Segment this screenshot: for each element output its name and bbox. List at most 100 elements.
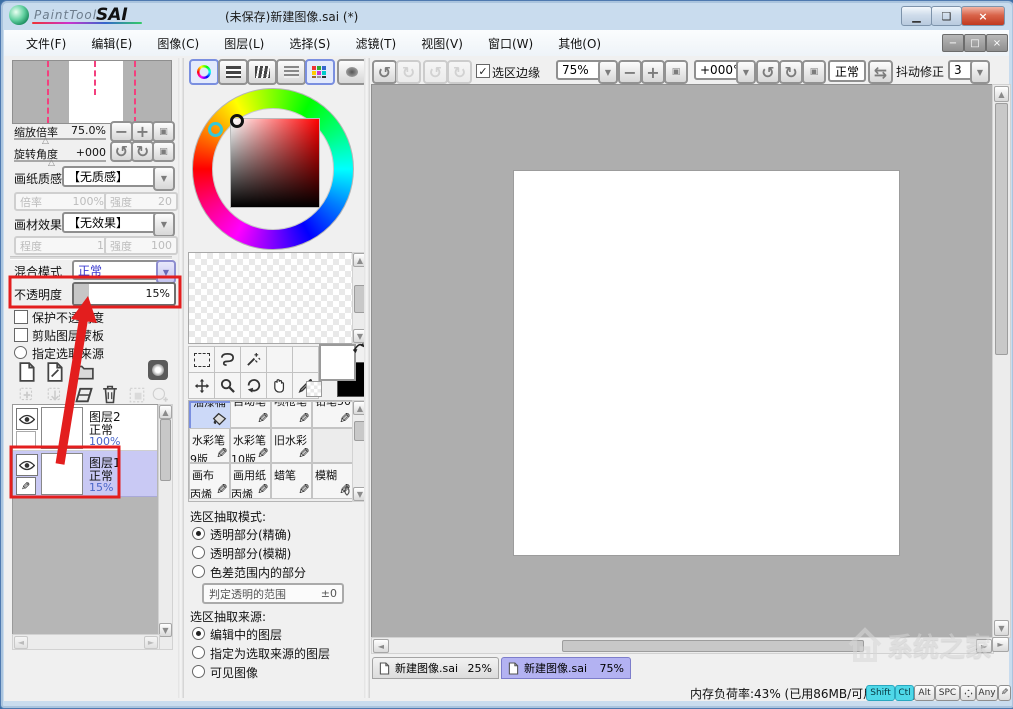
brush-slot-empty[interactable] [312,428,353,463]
undo-button[interactable]: ↺ [372,60,397,84]
tool-slot-empty-1[interactable] [266,346,293,373]
layer2-visibility-toggle[interactable] [16,408,38,430]
canvas-viewport[interactable] [371,84,993,638]
pan-key-button[interactable] [960,685,976,701]
color-mixer-tab[interactable] [276,59,306,85]
layer-vscroll-thumb[interactable] [160,419,171,481]
transparency-range-field[interactable]: 判定透明的范围 ±0 [202,583,344,604]
paper-texture-dropdown[interactable]: 【无质感】 [62,166,160,187]
menu-window[interactable]: 窗口(W) [478,30,543,57]
pen-mode-button[interactable]: ✎ [998,685,1011,701]
hue-marker[interactable] [208,122,223,137]
nav-zoom-in-button[interactable]: + [131,121,154,142]
canvas-zoom-in-button[interactable]: + [641,60,665,84]
canvas-vscroll-thumb[interactable] [995,103,1008,355]
marquee-tool[interactable] [188,346,215,373]
transfer-down-button[interactable] [18,386,36,404]
brush-pencil50[interactable]: 铅笔50 ✎ [312,401,353,428]
color-wheel[interactable] [190,86,354,250]
flip-canvas-button[interactable]: ⇆ [868,60,893,84]
menu-others[interactable]: 其他(O) [548,30,611,57]
selection-source-radio[interactable] [14,346,27,359]
nav-rotate-slider-handle[interactable]: △ [48,158,55,168]
canvas-zoom-reset-button[interactable]: ▣ [664,60,688,84]
swatch-scratch-area[interactable] [188,252,354,344]
source-designated-layer-radio[interactable] [192,646,205,659]
add-mask-button[interactable] [151,386,169,404]
window-restore-button[interactable]: ❑ [931,6,962,26]
paper-effect-dropdown-button[interactable]: ▼ [153,212,175,237]
canvas-rotate-cw-button[interactable]: ↻ [779,60,803,84]
lasso-tool[interactable] [214,346,241,373]
merge-down-button[interactable] [46,386,64,404]
layer-mask-button[interactable] [148,360,168,380]
canvas-vscroll-down-arrow[interactable]: ▼ [994,620,1009,636]
sv-square[interactable] [230,118,320,208]
rgb-slider-tab[interactable] [218,59,248,85]
source-visible-image-radio[interactable] [192,665,205,678]
selection-redo-button[interactable]: ↻ [447,60,472,84]
swatches-tab[interactable] [305,59,335,85]
panel-divider-left[interactable] [178,58,184,698]
any-key-button[interactable]: Any [976,685,998,701]
new-folder-button[interactable] [74,364,94,380]
move-tool[interactable] [188,372,215,399]
brush-bucket-selected[interactable]: 油漆桶 [189,401,232,430]
canvas-rotate-ccw-button[interactable]: ↺ [756,60,780,84]
menu-layer[interactable]: 图层(L) [214,30,274,57]
nav-zoom-reset-button[interactable]: ▣ [152,121,175,142]
select-layer-pixels-button[interactable] [128,386,146,404]
hand-tool[interactable] [266,372,293,399]
nav-zoom-slider-handle[interactable]: △ [42,136,49,146]
layer-vscroll-up-arrow[interactable]: ▲ [159,405,172,419]
document-tab-2-active[interactable]: 新建图像.sai 75% [501,657,631,679]
zoom-tool[interactable] [214,372,241,399]
scratchpad-tab[interactable] [337,59,367,85]
redo-button[interactable]: ↻ [396,60,421,84]
selection-undo-button[interactable]: ↺ [423,60,448,84]
mdi-maximize-button[interactable]: □ [964,34,986,52]
mode-transparent-fuzzy-radio[interactable] [192,546,205,559]
menu-edit[interactable]: 编辑(E) [81,30,142,57]
canvas-rotate-reset-button[interactable]: ▣ [802,60,826,84]
canvas-hscroll-left-arrow[interactable]: ◄ [373,639,389,653]
mode-color-range-radio[interactable] [192,565,205,578]
layer2-extra-box[interactable] [16,431,36,448]
brush-paper-acrylic[interactable]: 画用纸 丙烯 ✎ [230,463,271,499]
transparent-color-swatch[interactable] [306,381,322,397]
layer-row-1-selected[interactable]: ✎ 图层1 正常 15% [13,451,157,497]
alt-key-button[interactable]: Alt [914,685,935,701]
menu-file[interactable]: 文件(F) [16,30,76,57]
brush-pencil[interactable]: 自动笔 ✎ [230,401,271,428]
rotate-canvas-tool[interactable] [240,372,267,399]
hsv-slider-tab[interactable] [247,59,277,85]
nav-zoom-slider[interactable] [14,138,106,140]
menu-select[interactable]: 选择(S) [279,30,340,57]
scrollbar-corner-button[interactable]: ► [992,637,1009,652]
nav-zoom-out-button[interactable]: − [110,121,133,142]
brush-airbrush[interactable]: 喷枪笔 ✎ [271,401,312,428]
brush-watercolor10[interactable]: 水彩笔 10版 ✎ [230,428,271,463]
canvas-hscrollbar[interactable]: ◄ ► [371,637,994,654]
paint-mode-button[interactable]: 正常 [828,60,866,82]
nav-rotate-cw-button[interactable]: ↻ [131,141,154,162]
window-minimize-button[interactable]: ▁ [901,6,932,26]
menu-view[interactable]: 视图(V) [411,30,473,57]
canvas-zoom-dropdown-button[interactable]: ▼ [598,60,618,84]
canvas-zoom-out-button[interactable]: − [618,60,642,84]
protect-opacity-checkbox[interactable] [14,310,28,324]
mdi-close-button[interactable]: × [986,34,1008,52]
title-bar[interactable]: PaintTool SAI (未保存)新建图像.sai (*) ▁ ❑ × [0,0,1013,30]
stabilizer-dropdown-button[interactable]: ▼ [970,60,990,84]
tool-slot-empty-2[interactable] [292,346,319,373]
brush-watercolor9[interactable]: 水彩笔 9版 ✎ [189,428,230,463]
canvas-page[interactable] [513,170,900,556]
layer-list-hscrollbar[interactable]: ◄ ► [12,634,160,650]
layer1-visibility-toggle[interactable] [16,454,38,476]
delete-layer-button[interactable] [102,385,118,404]
brush-canvas-acrylic[interactable]: 画布 丙烯 ✎ [189,463,230,499]
layer-list-vscrollbar[interactable]: ▲ ▼ [158,404,173,650]
layer-row-2[interactable]: 图层2 正常 100% [13,405,157,451]
brush-blur[interactable]: 模糊 ✎ [312,463,353,499]
blend-mode-dropdown-button[interactable]: ▼ [156,260,176,284]
